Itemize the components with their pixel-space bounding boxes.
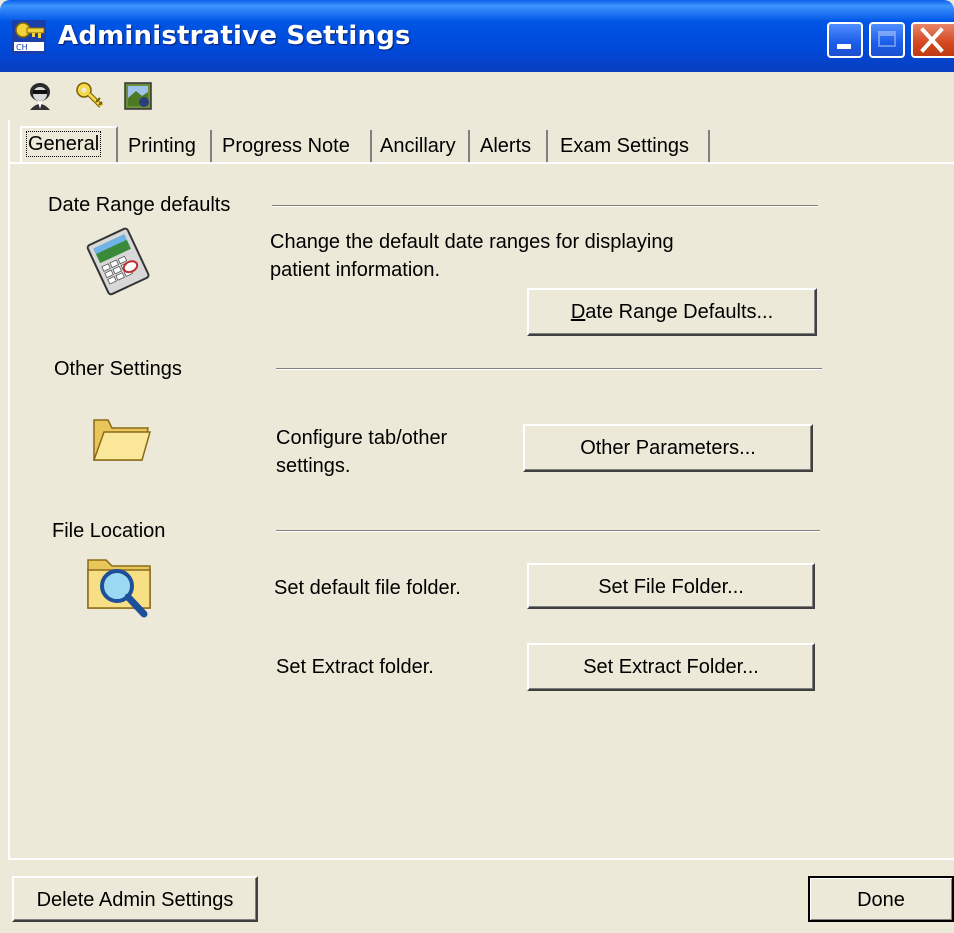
- tab-printing[interactable]: Printing: [120, 130, 212, 162]
- svg-text:CH: CH: [16, 43, 28, 52]
- folder-icon: [92, 419, 151, 461]
- extract-folder-description: Set Extract folder.: [276, 656, 434, 678]
- other-settings-divider: [276, 368, 822, 370]
- date-range-defaults-button[interactable]: Date Range Defaults...: [527, 288, 817, 336]
- tab-progress-note[interactable]: Progress Note: [212, 130, 372, 162]
- date-range-divider: [272, 205, 818, 207]
- tab-general[interactable]: General: [20, 126, 118, 162]
- calendar-calculator-icon: [86, 227, 150, 296]
- footer-divider: [8, 858, 954, 860]
- close-button[interactable]: [911, 22, 954, 58]
- delete-admin-settings-button[interactable]: Delete Admin Settings: [12, 876, 258, 922]
- date-range-group-label: Date Range defaults: [48, 194, 231, 216]
- admin-settings-window: CH Administrative Settings General Print…: [0, 0, 954, 933]
- date-range-description: Change the default date ranges for displ…: [270, 231, 674, 281]
- file-folder-description: Set default file folder.: [274, 577, 461, 599]
- minimize-button[interactable]: [827, 22, 863, 58]
- set-extract-folder-button[interactable]: Set Extract Folder...: [527, 643, 815, 691]
- other-settings-group-label: Other Settings: [54, 358, 182, 380]
- done-button[interactable]: Done: [808, 876, 954, 922]
- file-location-group-label: File Location: [52, 520, 166, 542]
- close-icon: [920, 27, 944, 53]
- image-settings-icon[interactable]: [122, 80, 154, 112]
- title-bar[interactable]: CH Administrative Settings: [0, 0, 954, 72]
- tab-ancillary[interactable]: Ancillary: [372, 130, 470, 162]
- other-parameters-button[interactable]: Other Parameters...: [523, 424, 813, 472]
- set-file-folder-button[interactable]: Set File Folder...: [527, 563, 815, 609]
- file-location-divider: [276, 530, 820, 532]
- key-icon[interactable]: [74, 80, 106, 112]
- tab-alerts[interactable]: Alerts: [470, 130, 548, 162]
- window-title: Administrative Settings: [58, 21, 411, 51]
- keys-app-icon: CH: [12, 20, 46, 54]
- maximize-button[interactable]: [869, 22, 905, 58]
- user-agent-icon[interactable]: [24, 80, 56, 112]
- other-settings-description: Configure tab/other settings.: [276, 427, 448, 477]
- tab-exam-settings[interactable]: Exam Settings: [548, 130, 710, 162]
- folder-search-icon: [87, 559, 151, 618]
- toolbar: [0, 72, 954, 120]
